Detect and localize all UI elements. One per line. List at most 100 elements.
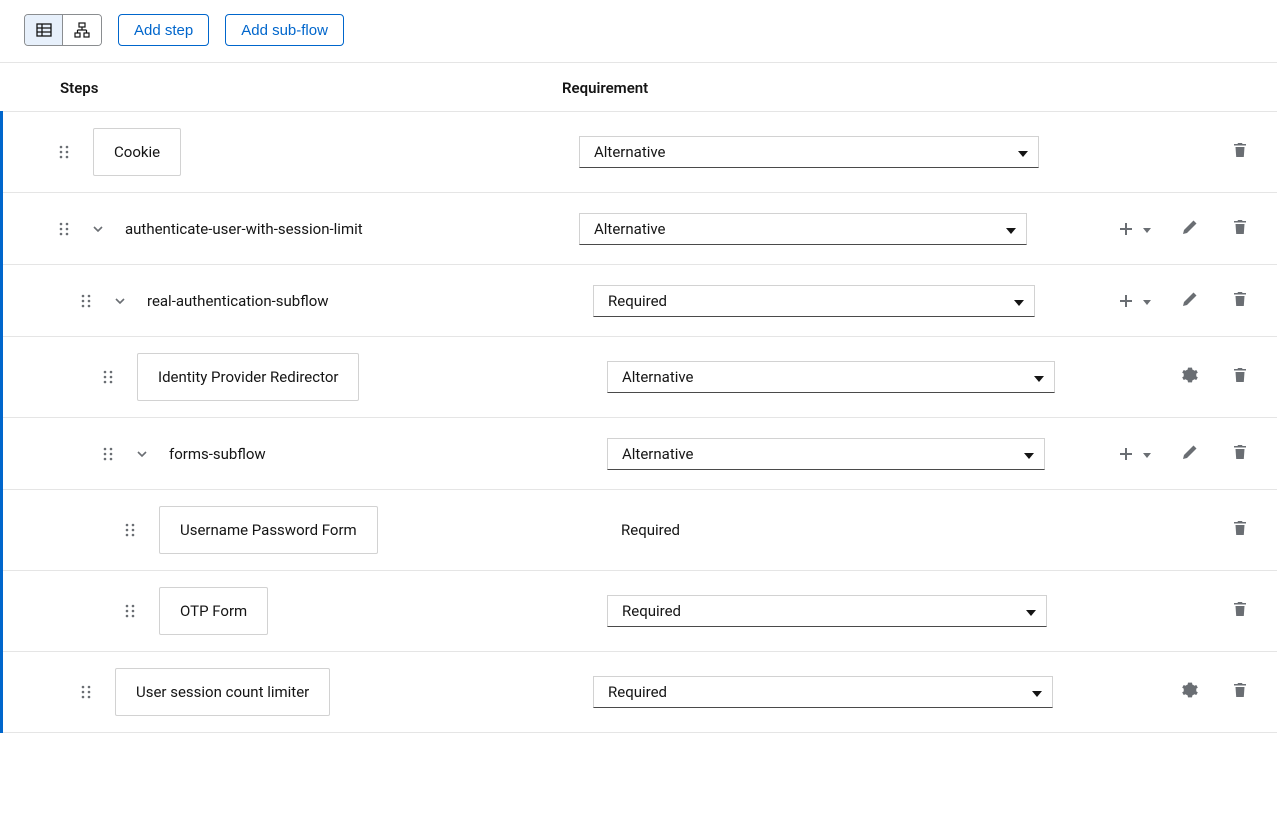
diagram-icon [74, 22, 90, 38]
delete-button[interactable] [1229, 290, 1251, 312]
step-box[interactable]: Cookie [93, 128, 181, 176]
step-box[interactable]: User session count limiter [115, 668, 330, 716]
trash-icon [1232, 520, 1248, 540]
trash-icon [1232, 367, 1248, 387]
header-steps: Steps [0, 79, 562, 97]
delete-button[interactable] [1229, 681, 1251, 703]
subflow-label: forms-subflow [169, 445, 266, 463]
table-view-toggle[interactable] [25, 15, 63, 45]
drag-handle-icon[interactable] [101, 367, 115, 387]
flow-row: forms-subflow Alternative [3, 417, 1277, 489]
add-dropdown[interactable] [1115, 290, 1151, 312]
gear-icon [1182, 367, 1198, 387]
requirement-value: Required [622, 602, 681, 620]
row-actions [1065, 218, 1277, 240]
drag-handle-icon[interactable] [79, 682, 93, 702]
caret-down-icon [1034, 368, 1044, 386]
chevron-down-icon[interactable] [89, 220, 107, 238]
edit-button[interactable] [1179, 218, 1201, 240]
edit-button[interactable] [1179, 290, 1201, 312]
subflow-label: real-authentication-subflow [147, 292, 329, 310]
drag-handle-icon[interactable] [79, 291, 93, 311]
drag-handle-icon[interactable] [101, 444, 115, 464]
requirement-value: Alternative [594, 220, 666, 238]
step-box[interactable]: OTP Form [159, 587, 268, 635]
row-actions [1065, 141, 1277, 163]
table-icon [36, 22, 52, 38]
requirement-select[interactable]: Alternative [607, 361, 1055, 393]
row-actions [1065, 681, 1277, 703]
flow-row: authenticate-user-with-session-limit Alte… [3, 192, 1277, 264]
delete-button[interactable] [1229, 366, 1251, 388]
trash-icon [1232, 601, 1248, 621]
add-dropdown[interactable] [1115, 218, 1151, 240]
row-actions [1065, 519, 1277, 541]
header-requirement: Requirement [562, 79, 1277, 97]
requirement-value: Alternative [594, 143, 666, 161]
caret-down-icon [1006, 220, 1016, 238]
subflow-label: authenticate-user-with-session-limit [125, 220, 363, 238]
delete-button[interactable] [1229, 141, 1251, 163]
requirement-select[interactable]: Required [593, 676, 1053, 708]
requirement-value: Required [608, 683, 667, 701]
add-step-button[interactable]: Add step [118, 14, 209, 46]
chevron-down-icon[interactable] [111, 292, 129, 310]
plus-icon [1115, 290, 1137, 312]
pencil-icon [1182, 219, 1198, 239]
caret-down-icon [1018, 143, 1028, 161]
requirement-select[interactable]: Alternative [579, 136, 1039, 168]
plus-icon [1115, 218, 1137, 240]
gear-icon [1182, 682, 1198, 702]
flow-row: User session count limiter Required [3, 651, 1277, 733]
plus-icon [1115, 443, 1137, 465]
trash-icon [1232, 682, 1248, 702]
trash-icon [1232, 444, 1248, 464]
settings-button[interactable] [1179, 681, 1201, 703]
delete-button[interactable] [1229, 218, 1251, 240]
row-actions [1065, 600, 1277, 622]
caret-down-icon [1032, 683, 1042, 701]
flow-row: Username Password Form Required [3, 489, 1277, 570]
row-actions [1065, 443, 1277, 465]
delete-button[interactable] [1229, 600, 1251, 622]
requirement-select[interactable]: Alternative [579, 213, 1027, 245]
caret-down-icon [1143, 446, 1151, 462]
caret-down-icon [1026, 602, 1036, 620]
requirement-select[interactable]: Required [593, 285, 1035, 317]
toolbar: Add step Add sub-flow [0, 0, 1277, 63]
caret-down-icon [1143, 293, 1151, 309]
add-subflow-button[interactable]: Add sub-flow [225, 14, 344, 46]
flow-row: real-authentication-subflow Required [3, 264, 1277, 336]
pencil-icon [1182, 444, 1198, 464]
requirement-text: Required [607, 521, 680, 539]
drag-handle-icon[interactable] [57, 142, 71, 162]
chevron-down-icon[interactable] [133, 445, 151, 463]
drag-handle-icon[interactable] [123, 520, 137, 540]
trash-icon [1232, 291, 1248, 311]
settings-button[interactable] [1179, 366, 1201, 388]
caret-down-icon [1014, 292, 1024, 310]
requirement-value: Alternative [622, 445, 694, 463]
delete-button[interactable] [1229, 519, 1251, 541]
edit-button[interactable] [1179, 443, 1201, 465]
drag-handle-icon[interactable] [57, 219, 71, 239]
pencil-icon [1182, 291, 1198, 311]
requirement-select[interactable]: Required [607, 595, 1047, 627]
requirement-select[interactable]: Alternative [607, 438, 1045, 470]
table-header: Steps Requirement [0, 63, 1277, 111]
trash-icon [1232, 219, 1248, 239]
diagram-view-toggle[interactable] [63, 15, 101, 45]
view-toggle-group [24, 14, 102, 46]
step-box[interactable]: Identity Provider Redirector [137, 353, 359, 401]
trash-icon [1232, 142, 1248, 162]
flow-row: Cookie Alternative [3, 111, 1277, 192]
flow-row: Identity Provider Redirector Alternative [3, 336, 1277, 417]
row-actions [1065, 290, 1277, 312]
drag-handle-icon[interactable] [123, 601, 137, 621]
flow-rows: CookieAlternativeauthenticate-user-with-… [0, 111, 1277, 733]
step-box[interactable]: Username Password Form [159, 506, 378, 554]
flow-row: OTP Form Required [3, 570, 1277, 651]
delete-button[interactable] [1229, 443, 1251, 465]
caret-down-icon [1143, 221, 1151, 237]
add-dropdown[interactable] [1115, 443, 1151, 465]
